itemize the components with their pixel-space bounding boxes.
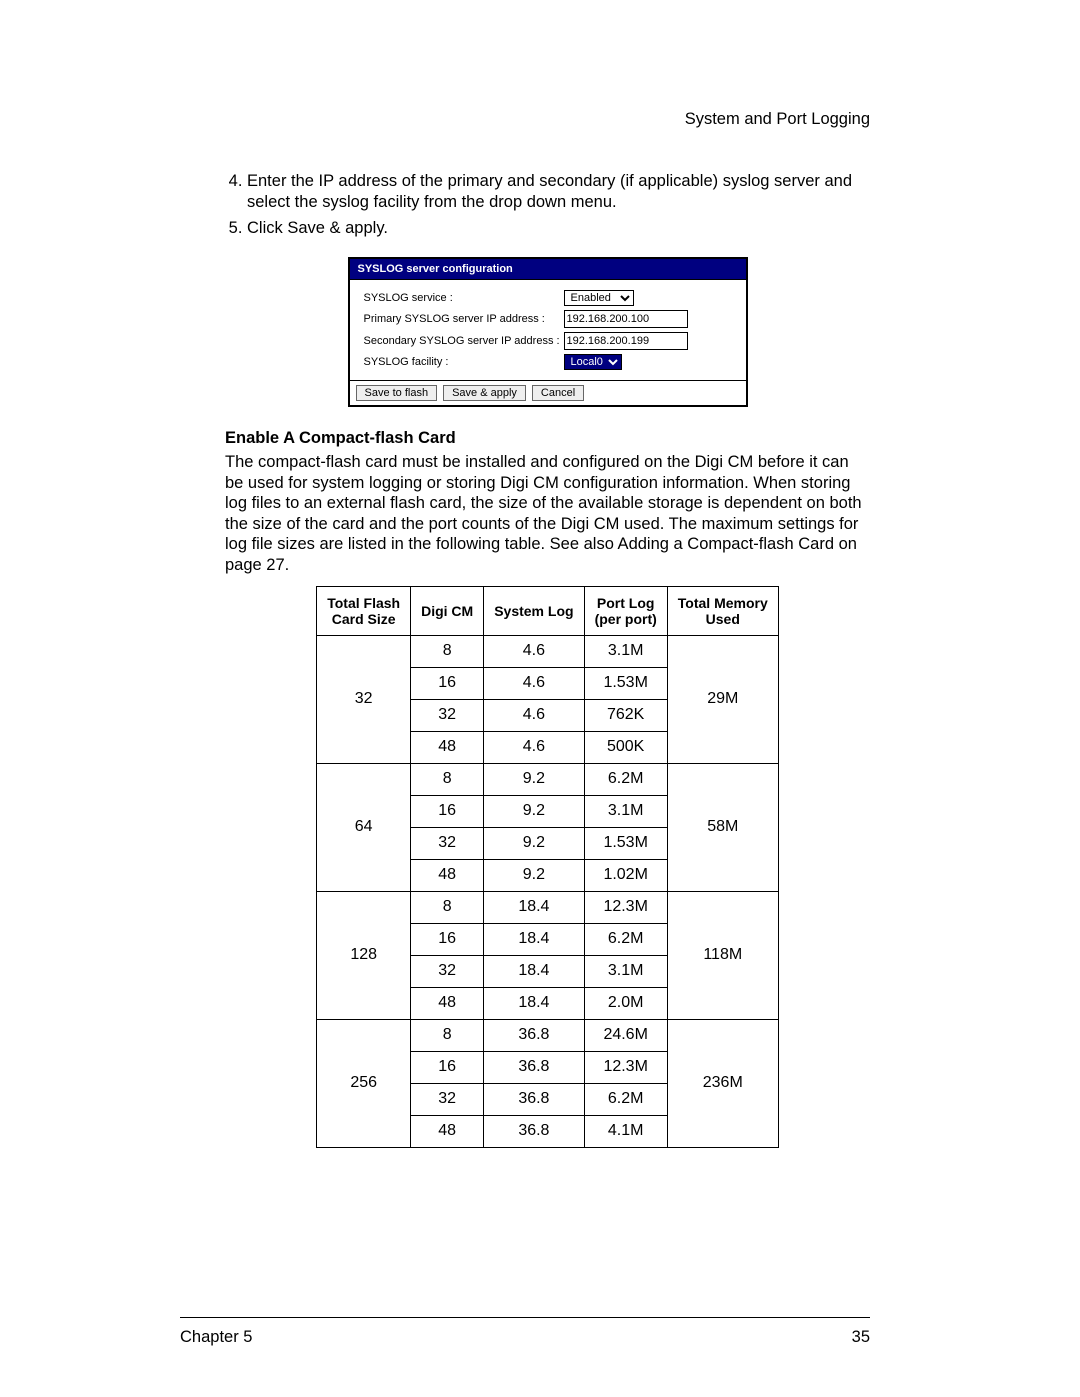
cell-port-log: 4.1M <box>584 1115 667 1147</box>
step-5-prefix: Click <box>247 219 287 237</box>
cell-port-log: 500K <box>584 731 667 763</box>
syslog-config-panel: SYSLOG server configuration SYSLOG servi… <box>348 257 748 407</box>
cell-card-size: 128 <box>317 891 411 1019</box>
cell-digi-cm: 16 <box>411 1051 484 1083</box>
syslog-facility-label: SYSLOG facility : <box>364 356 564 368</box>
cell-digi-cm: 8 <box>411 763 484 795</box>
cell-system-log: 18.4 <box>484 955 584 987</box>
syslog-facility-select[interactable]: Local0 <box>564 354 622 370</box>
subheading: Enable A Compact-flash Card <box>225 429 870 448</box>
cell-digi-cm: 8 <box>411 891 484 923</box>
cell-port-log: 6.2M <box>584 923 667 955</box>
cell-system-log: 4.6 <box>484 699 584 731</box>
save-to-flash-button[interactable]: Save to flash <box>356 385 438 401</box>
th-port-log: Port Log(per port) <box>584 586 667 635</box>
cell-digi-cm: 48 <box>411 1115 484 1147</box>
syslog-service-select[interactable]: Enabled <box>564 290 634 306</box>
cell-port-log: 1.53M <box>584 667 667 699</box>
cell-card-size: 64 <box>317 763 411 891</box>
cell-digi-cm: 48 <box>411 987 484 1019</box>
cell-port-log: 3.1M <box>584 795 667 827</box>
cell-system-log: 9.2 <box>484 827 584 859</box>
page-number: 35 <box>852 1328 870 1347</box>
cell-card-size: 32 <box>317 635 411 763</box>
step-5: Click Save & apply. <box>247 218 870 239</box>
cell-system-log: 4.6 <box>484 731 584 763</box>
instruction-list: Enter the IP address of the primary and … <box>225 171 870 239</box>
cell-system-log: 4.6 <box>484 635 584 667</box>
cell-system-log: 18.4 <box>484 923 584 955</box>
cell-system-log: 36.8 <box>484 1115 584 1147</box>
cell-port-log: 12.3M <box>584 891 667 923</box>
cell-port-log: 1.02M <box>584 859 667 891</box>
cell-total-memory: 29M <box>667 635 778 763</box>
cell-digi-cm: 32 <box>411 699 484 731</box>
cell-port-log: 6.2M <box>584 763 667 795</box>
cancel-button[interactable]: Cancel <box>532 385 584 401</box>
cell-digi-cm: 8 <box>411 635 484 667</box>
cell-digi-cm: 16 <box>411 667 484 699</box>
cell-digi-cm: 32 <box>411 955 484 987</box>
secondary-syslog-input[interactable] <box>564 332 688 350</box>
th-total-mem: Total MemoryUsed <box>667 586 778 635</box>
cell-system-log: 36.8 <box>484 1019 584 1051</box>
syslog-service-label: SYSLOG service : <box>364 292 564 304</box>
table-row: 256836.824.6M236M <box>317 1019 779 1051</box>
cell-digi-cm: 16 <box>411 923 484 955</box>
cell-system-log: 9.2 <box>484 763 584 795</box>
th-system-log: System Log <box>484 586 584 635</box>
cell-port-log: 3.1M <box>584 635 667 667</box>
cell-port-log: 12.3M <box>584 1051 667 1083</box>
cell-system-log: 9.2 <box>484 795 584 827</box>
cell-system-log: 18.4 <box>484 987 584 1019</box>
cell-port-log: 3.1M <box>584 955 667 987</box>
save-apply-button[interactable]: Save & apply <box>443 385 526 401</box>
cell-total-memory: 58M <box>667 763 778 891</box>
cell-digi-cm: 8 <box>411 1019 484 1051</box>
primary-syslog-label: Primary SYSLOG server IP address : <box>364 313 564 325</box>
table-row: 6489.26.2M58M <box>317 763 779 795</box>
cell-system-log: 18.4 <box>484 891 584 923</box>
cell-port-log: 762K <box>584 699 667 731</box>
cell-system-log: 4.6 <box>484 667 584 699</box>
flash-card-table: Total FlashCard Size Digi CM System Log … <box>316 586 779 1148</box>
cell-digi-cm: 32 <box>411 827 484 859</box>
cell-digi-cm: 48 <box>411 731 484 763</box>
cell-port-log: 2.0M <box>584 987 667 1019</box>
cell-system-log: 9.2 <box>484 859 584 891</box>
paragraph-cf: The compact-flash card must be installed… <box>225 452 870 576</box>
table-row: 128818.412.3M118M <box>317 891 779 923</box>
cell-port-log: 6.2M <box>584 1083 667 1115</box>
secondary-syslog-label: Secondary SYSLOG server IP address : <box>364 335 564 347</box>
cell-system-log: 36.8 <box>484 1051 584 1083</box>
table-row: 3284.63.1M29M <box>317 635 779 667</box>
cell-system-log: 36.8 <box>484 1083 584 1115</box>
syslog-panel-title: SYSLOG server configuration <box>350 259 746 280</box>
cell-digi-cm: 32 <box>411 1083 484 1115</box>
chapter-label: Chapter 5 <box>180 1328 252 1347</box>
cell-card-size: 256 <box>317 1019 411 1147</box>
cell-total-memory: 236M <box>667 1019 778 1147</box>
cell-port-log: 1.53M <box>584 827 667 859</box>
step-4: Enter the IP address of the primary and … <box>247 171 870 212</box>
cell-digi-cm: 16 <box>411 795 484 827</box>
th-card-size: Total FlashCard Size <box>317 586 411 635</box>
cell-digi-cm: 48 <box>411 859 484 891</box>
section-header: System and Port Logging <box>225 110 870 129</box>
primary-syslog-input[interactable] <box>564 310 688 328</box>
cell-total-memory: 118M <box>667 891 778 1019</box>
cell-port-log: 24.6M <box>584 1019 667 1051</box>
th-digi-cm: Digi CM <box>411 586 484 635</box>
step-5-command: Save & apply <box>287 219 383 237</box>
